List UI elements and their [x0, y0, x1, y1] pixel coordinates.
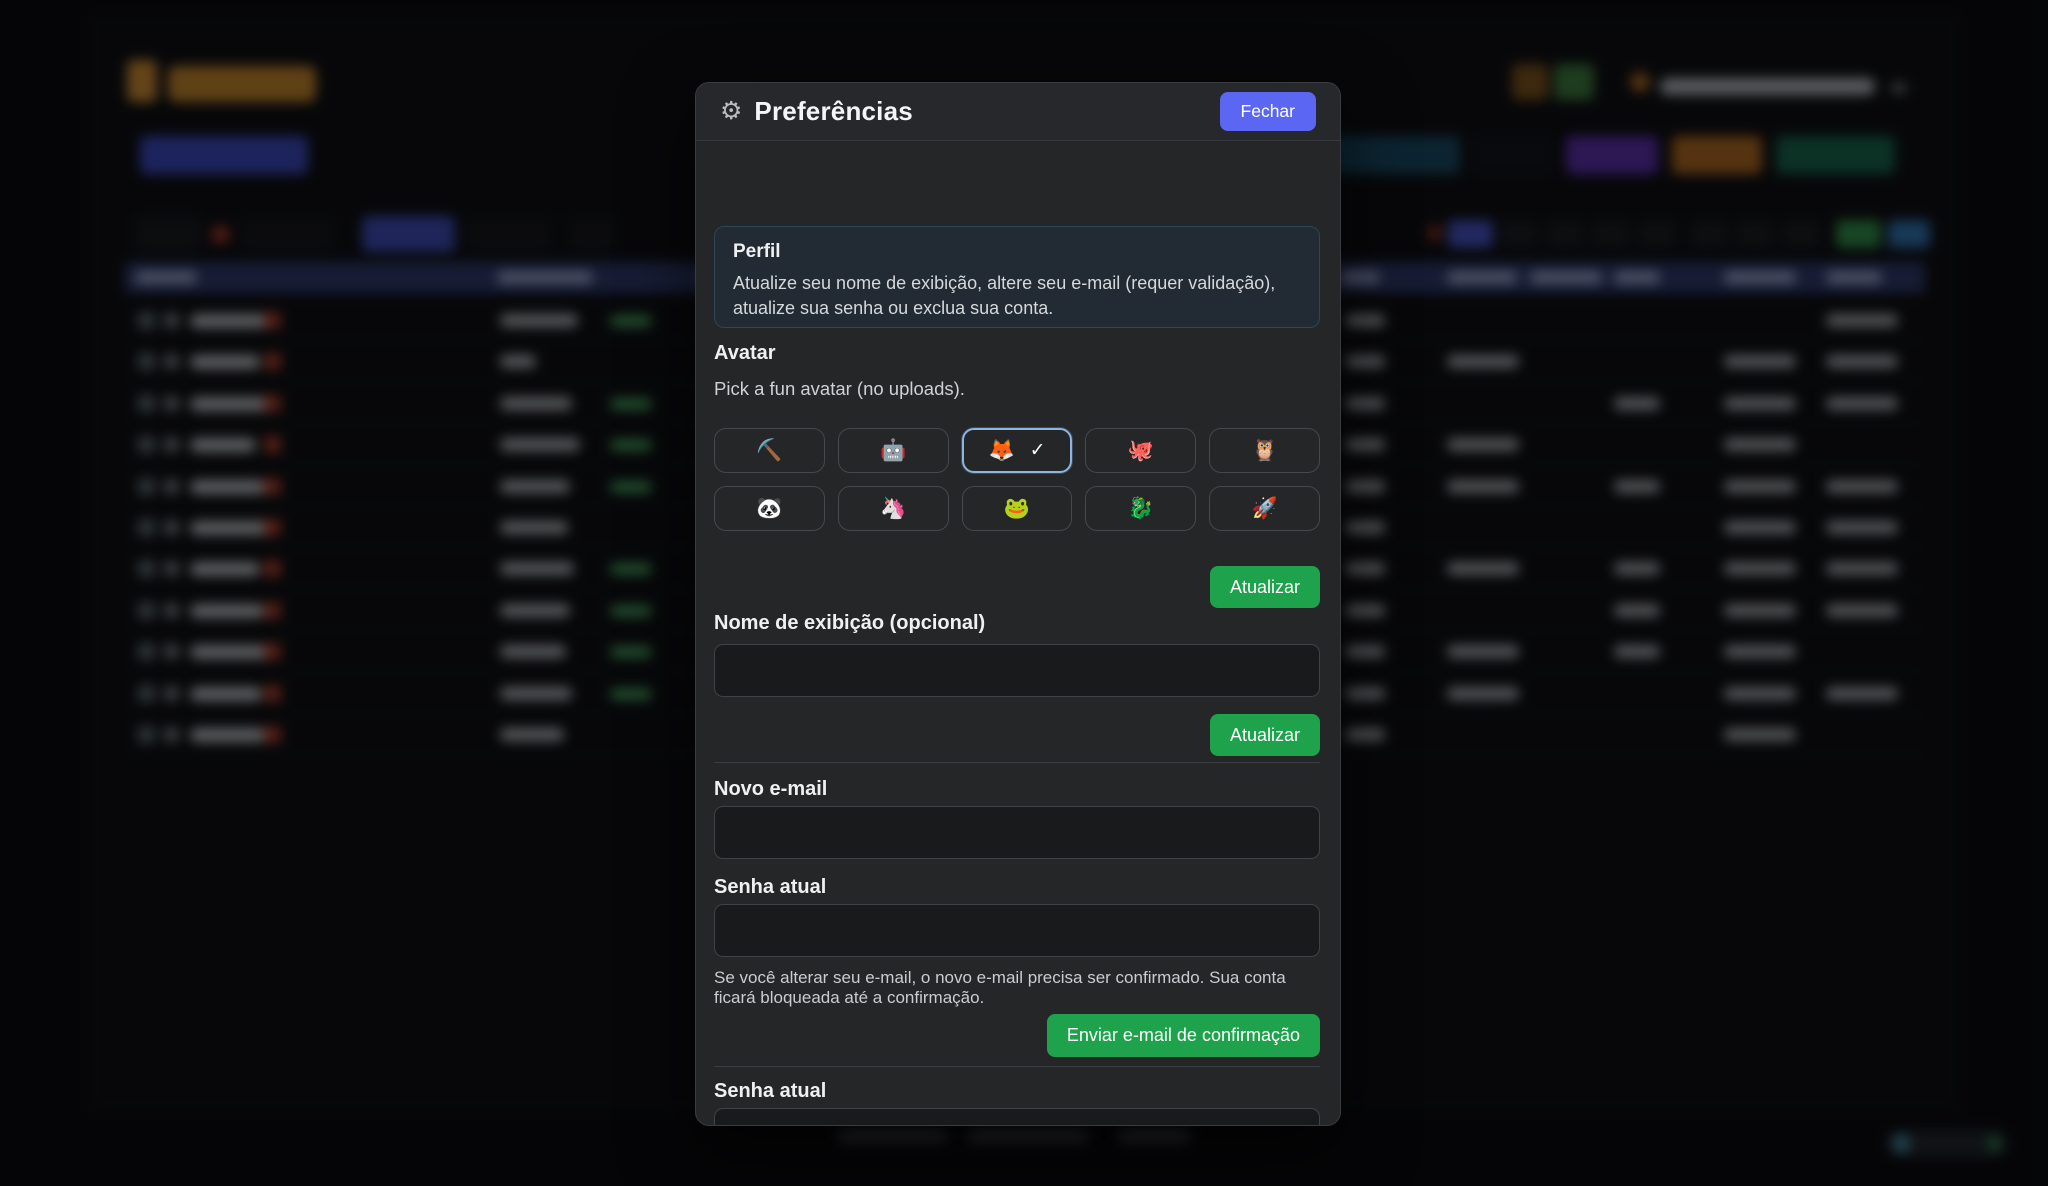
modal-header: ⚙ Preferências Fechar [696, 83, 1340, 141]
avatar-option-octopus[interactable]: 🐙 [1085, 428, 1196, 473]
avatar-grid: ⛏️🤖🦊✓🐙🦉🐼🦄🐸🐉🚀 [714, 428, 1320, 531]
modal-body: Perfil Atualize seu nome de exibição, al… [696, 142, 1340, 1125]
gear-icon: ⚙ [720, 99, 742, 124]
selected-check-icon: ✓ [1030, 439, 1046, 462]
avatar-option-owl[interactable]: 🦉 [1209, 428, 1320, 473]
avatar-option-fox[interactable]: 🦊✓ [962, 428, 1073, 473]
current-password-label: Senha atual [714, 876, 826, 899]
avatar-heading: Avatar [714, 342, 776, 365]
password-current-input[interactable] [714, 1108, 1320, 1126]
avatar-option-unicorn[interactable]: 🦄 [838, 486, 949, 531]
avatar-subheading: Pick a fun avatar (no uploads). [714, 378, 965, 400]
unicorn-emoji-icon: 🦄 [880, 497, 906, 521]
profile-info-card: Perfil Atualize seu nome de exibição, al… [714, 226, 1320, 328]
octopus-emoji-icon: 🐙 [1128, 439, 1154, 463]
section-divider [714, 1066, 1320, 1067]
robot-emoji-icon: 🤖 [880, 439, 906, 463]
rocket-emoji-icon: 🚀 [1252, 497, 1278, 521]
profile-card-heading: Perfil [733, 241, 1301, 263]
email-confirmation-note: Se você alterar seu e-mail, o novo e-mai… [714, 968, 1320, 1008]
avatar-option-panda[interactable]: 🐼 [714, 486, 825, 531]
owl-emoji-icon: 🦉 [1252, 439, 1278, 463]
new-email-input[interactable] [714, 806, 1320, 859]
current-password-input[interactable] [714, 904, 1320, 957]
display-name-input[interactable] [714, 644, 1320, 697]
avatar-option-dragon[interactable]: 🐉 [1085, 486, 1196, 531]
fox-emoji-icon: 🦊 [988, 439, 1014, 463]
pickaxe-emoji-icon: ⛏️ [756, 439, 782, 463]
update-avatar-button[interactable]: Atualizar [1210, 566, 1320, 608]
avatar-option-frog[interactable]: 🐸 [962, 486, 1073, 531]
new-email-label: Novo e-mail [714, 778, 827, 801]
section-divider [714, 762, 1320, 763]
frog-emoji-icon: 🐸 [1004, 497, 1030, 521]
display-name-label: Nome de exibição (opcional) [714, 612, 985, 635]
dragon-emoji-icon: 🐉 [1128, 497, 1154, 521]
preferences-modal: ⚙ Preferências Fechar Perfil Atualize se… [695, 82, 1341, 1126]
modal-title: Preferências [754, 96, 913, 127]
close-button[interactable]: Fechar [1220, 92, 1316, 131]
panda-emoji-icon: 🐼 [756, 497, 782, 521]
avatar-option-pickaxe[interactable]: ⛏️ [714, 428, 825, 473]
profile-card-description: Atualize seu nome de exibição, altere se… [733, 271, 1301, 321]
send-confirmation-email-button[interactable]: Enviar e-mail de confirmação [1047, 1014, 1320, 1057]
avatar-option-rocket[interactable]: 🚀 [1209, 486, 1320, 531]
password-current-label: Senha atual [714, 1080, 826, 1103]
update-display-name-button[interactable]: Atualizar [1210, 714, 1320, 756]
avatar-option-robot[interactable]: 🤖 [838, 428, 949, 473]
